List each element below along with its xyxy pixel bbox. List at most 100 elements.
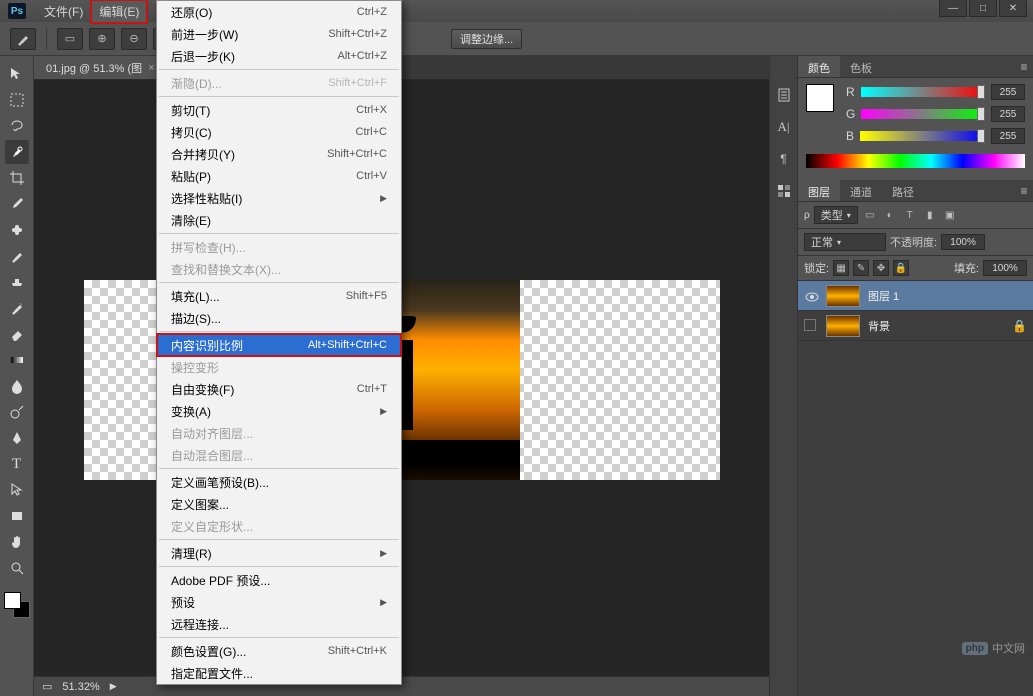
refine-edge-button[interactable]: 调整边缘... [451,29,522,49]
selection-new-icon[interactable]: ▭ [57,28,83,50]
blend-mode-select[interactable]: 正常▾ [804,233,886,251]
tab-channels[interactable]: 通道 [840,180,882,201]
lock-position-icon[interactable]: ✥ [873,260,889,276]
layer-thumbnail[interactable] [826,285,860,307]
filter-adjust-icon[interactable]: ◐ [882,207,898,223]
menu-item[interactable]: 合并拷贝(Y)Shift+Ctrl+C [157,143,401,165]
menu-item[interactable]: 选择性粘贴(I)▶ [157,187,401,209]
history-brush-tool[interactable] [5,296,29,320]
visibility-toggle-icon[interactable] [804,289,818,303]
selection-subtract-icon[interactable]: ⊖ [121,28,147,50]
menu-item[interactable]: 颜色设置(G)...Shift+Ctrl+K [157,640,401,662]
tab-swatches[interactable]: 色板 [840,56,882,77]
menu-item[interactable]: 前进一步(W)Shift+Ctrl+Z [157,23,401,45]
layer-row[interactable]: 背景🔒 [798,311,1033,341]
menu-item[interactable]: 自由变换(F)Ctrl+T [157,378,401,400]
crop-tool[interactable] [5,166,29,190]
foreground-chip[interactable] [806,84,834,112]
healing-brush-tool[interactable] [5,218,29,242]
filter-pixel-icon[interactable]: ▭ [862,207,878,223]
close-tab-icon[interactable]: × [148,62,154,74]
menu-item[interactable]: 剪切(T)Ctrl+X [157,99,401,121]
dodge-tool[interactable] [5,400,29,424]
hand-tool[interactable] [5,530,29,554]
chevron-right-icon[interactable]: ▶ [110,681,117,692]
lock-transparency-icon[interactable]: ▦ [833,260,849,276]
character-panel-icon[interactable]: A| [775,118,793,136]
maximize-button[interactable]: □ [969,0,997,17]
menu-item[interactable]: 定义图案... [157,493,401,515]
zoom-tool[interactable] [5,556,29,580]
menu-item[interactable]: 粘贴(P)Ctrl+V [157,165,401,187]
menu-0[interactable]: 文件(F) [36,0,91,23]
channel-b-slider[interactable] [860,131,985,141]
zoom-value[interactable]: 51.32% [62,681,99,693]
menu-item[interactable]: 变换(A)▶ [157,400,401,422]
menu-item[interactable]: 后退一步(K)Alt+Ctrl+Z [157,45,401,67]
menu-item[interactable]: 预设▶ [157,591,401,613]
lock-all-icon[interactable]: 🔒 [893,260,909,276]
quick-selection-tool[interactable] [5,140,29,164]
filter-smart-icon[interactable]: ▣ [942,207,958,223]
foreground-color-swatch[interactable] [4,592,21,609]
eyedropper-tool[interactable] [5,192,29,216]
layer-filter-select[interactable]: 类型▾ [814,206,858,224]
menu-item[interactable]: 定义画笔预设(B)... [157,471,401,493]
clone-stamp-tool[interactable] [5,270,29,294]
color-swatches[interactable] [4,592,30,618]
tool-preset-picker[interactable] [10,28,36,50]
selection-add-icon[interactable]: ⊕ [89,28,115,50]
minimize-button[interactable]: — [939,0,967,17]
panel-menu-icon[interactable]: ≡ [1015,56,1033,77]
path-selection-tool[interactable] [5,478,29,502]
menu-item[interactable]: 远程连接... [157,613,401,635]
menu-item[interactable]: 清除(E) [157,209,401,231]
menu-1[interactable]: 编辑(E) [91,0,147,23]
swatches-panel-icon[interactable] [775,182,793,200]
tab-color[interactable]: 颜色 [798,56,840,77]
layer-name[interactable]: 背景 [868,318,890,334]
tab-layers[interactable]: 图层 [798,180,840,201]
menu-item[interactable]: 拷贝(C)Ctrl+C [157,121,401,143]
move-tool[interactable] [5,62,29,86]
color-spectrum[interactable] [806,154,1025,168]
brush-tool[interactable] [5,244,29,268]
menu-item[interactable]: 清理(R)▶ [157,542,401,564]
layer-name[interactable]: 图层 1 [868,288,899,304]
opacity-value[interactable]: 100% [941,234,985,250]
fill-value[interactable]: 100% [983,260,1027,276]
menu-item-label: 自动混合图层... [171,447,253,464]
channel-r-slider[interactable] [861,87,985,97]
gradient-tool[interactable] [5,348,29,372]
document-tab[interactable]: 01.jpg @ 51.3% (图 × [34,56,168,79]
filter-type-icon[interactable]: T [902,207,918,223]
menu-item[interactable]: 描边(S)... [157,307,401,329]
layer-thumbnail[interactable] [826,315,860,337]
menu-item[interactable]: 填充(L)...Shift+F5 [157,285,401,307]
type-tool[interactable]: T [5,452,29,476]
paragraph-panel-icon[interactable]: ¶ [775,150,793,168]
doc-info-icon[interactable]: ▭ [42,680,52,693]
pen-tool[interactable] [5,426,29,450]
layer-row[interactable]: 图层 1 [798,281,1033,311]
lock-pixels-icon[interactable]: ✎ [853,260,869,276]
visibility-toggle-icon[interactable] [804,319,818,333]
eraser-tool[interactable] [5,322,29,346]
channel-r-value[interactable]: 255 [991,84,1025,100]
menu-item[interactable]: 指定配置文件... [157,662,401,684]
channel-g-slider[interactable] [861,109,985,119]
marquee-tool[interactable] [5,88,29,112]
blur-tool[interactable] [5,374,29,398]
rectangle-tool[interactable] [5,504,29,528]
filter-shape-icon[interactable]: ▮ [922,207,938,223]
menu-item[interactable]: 内容识别比例Alt+Shift+Ctrl+C [157,334,401,356]
channel-g-value[interactable]: 255 [991,106,1025,122]
menu-item[interactable]: 还原(O)Ctrl+Z [157,1,401,23]
lasso-tool[interactable] [5,114,29,138]
close-button[interactable]: ✕ [999,0,1027,17]
history-panel-icon[interactable] [775,86,793,104]
tab-paths[interactable]: 路径 [882,180,924,201]
panel-menu-icon[interactable]: ≡ [1015,180,1033,201]
channel-b-value[interactable]: 255 [991,128,1025,144]
menu-item[interactable]: Adobe PDF 预设... [157,569,401,591]
